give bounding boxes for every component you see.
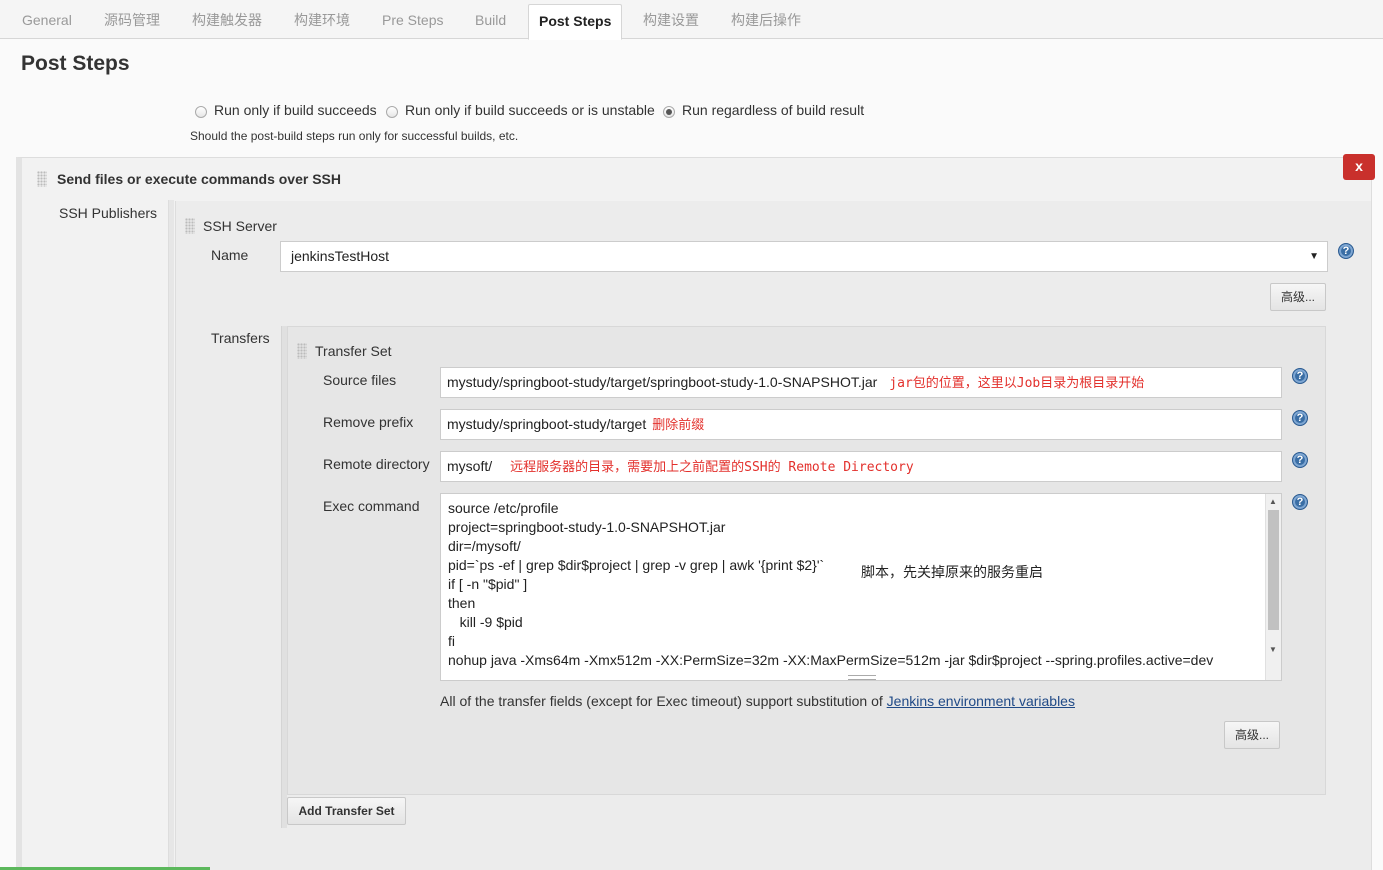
scroll-thumb[interactable] — [1268, 510, 1279, 630]
close-button[interactable]: x — [1343, 154, 1375, 180]
tab-build-settings[interactable]: 构建设置 — [643, 0, 699, 39]
exec-command-label: Exec command — [323, 498, 420, 514]
tab-build[interactable]: Build — [475, 0, 506, 39]
code-line: nohup java -Xms64m -Xmx512m -XX:PermSize… — [448, 652, 1214, 668]
remote-directory-value: mysoft/ — [447, 458, 493, 474]
radio-option-success[interactable]: Run only if build succeeds — [195, 100, 377, 120]
transfers-label: Transfers — [211, 330, 270, 346]
add-transfer-set-button[interactable]: Add Transfer Set — [287, 797, 406, 825]
server-name-value: jenkinsTestHost — [291, 248, 390, 264]
help-icon[interactable]: ? — [1292, 452, 1308, 468]
exec-command-annotation: 脚本，先关掉原来的服务重启 — [861, 565, 1043, 581]
server-name-select[interactable]: jenkinsTestHost ▼ — [280, 241, 1328, 272]
remove-prefix-annotation: 删除前缀 — [652, 418, 705, 433]
radio-label: Run regardless of build result — [682, 102, 865, 118]
tab-source-control[interactable]: 源码管理 — [104, 0, 160, 39]
tab-build-triggers[interactable]: 构建触发器 — [192, 0, 262, 39]
drag-handle-icon[interactable] — [185, 218, 195, 234]
code-line: fi — [448, 633, 455, 649]
env-variables-note: All of the transfer fields (except for E… — [440, 693, 1075, 709]
publisher-title: Send files or execute commands over SSH — [57, 171, 341, 187]
transfer-set-title: Transfer Set — [315, 343, 392, 359]
tab-post-build-actions[interactable]: 构建后操作 — [731, 0, 801, 39]
tab-build-environment[interactable]: 构建环境 — [294, 0, 350, 39]
code-line: project=springboot-study-1.0-SNAPSHOT.ja… — [448, 519, 726, 535]
dropdown-arrow-icon: ▼ — [1309, 251, 1319, 262]
scroll-down-icon[interactable]: ▼ — [1269, 645, 1277, 654]
remove-prefix-label: Remove prefix — [323, 414, 414, 430]
column-divider — [168, 200, 174, 870]
code-line: source /etc/profile — [448, 500, 559, 516]
drag-handle-icon[interactable] — [297, 343, 307, 359]
resize-grip-icon[interactable] — [848, 675, 876, 680]
scroll-up-icon[interactable]: ▲ — [1269, 497, 1277, 506]
source-files-annotation: jar包的位置，这里以Job目录为根目录开始 — [889, 376, 1145, 391]
code-line: pid=`ps -ef | grep $dir$project | grep -… — [448, 557, 825, 573]
code-line: dir=/mysoft/ — [448, 538, 521, 554]
remote-directory-annotation: 远程服务器的目录，需要加上之前配置的SSH的 Remote Directory — [510, 460, 914, 475]
remove-prefix-input[interactable]: mystudy/springboot-study/target 删除前缀 — [440, 409, 1282, 440]
radio-button[interactable] — [195, 105, 207, 118]
name-label: Name — [211, 247, 249, 263]
code-line: then — [448, 595, 476, 611]
section-title: Post Steps — [21, 52, 130, 75]
textarea-scrollbar[interactable]: ▲ ▼ — [1265, 494, 1281, 680]
radio-button-checked[interactable] — [663, 105, 675, 118]
help-icon[interactable]: ? — [1338, 243, 1354, 259]
remote-directory-label: Remote directory — [323, 456, 430, 472]
post-steps-help-text: Should the post-build steps run only for… — [190, 129, 519, 143]
tab-pre-steps[interactable]: Pre Steps — [382, 0, 443, 39]
source-files-input[interactable]: mystudy/springboot-study/target/springbo… — [440, 367, 1282, 398]
code-line: if [ -n "$pid" ] — [448, 576, 528, 592]
help-icon[interactable]: ? — [1292, 410, 1308, 426]
help-icon[interactable]: ? — [1292, 494, 1308, 510]
radio-label: Run only if build succeeds or is unstabl… — [405, 102, 655, 118]
ssh-publishers-label: SSH Publishers — [59, 205, 158, 221]
radio-option-unstable[interactable]: Run only if build succeeds or is unstabl… — [386, 100, 655, 120]
radio-option-regardless[interactable]: Run regardless of build result — [663, 100, 864, 120]
env-note-text: All of the transfer fields (except for E… — [440, 693, 887, 709]
transfer-advanced-button[interactable]: 高级... — [1224, 721, 1280, 749]
ssh-server-label: SSH Server — [203, 218, 277, 234]
drag-handle-icon[interactable] — [37, 171, 47, 187]
code-line: kill -9 $pid — [448, 614, 523, 630]
tab-general[interactable]: General — [22, 0, 72, 39]
remote-directory-input[interactable]: mysoft/远程服务器的目录，需要加上之前配置的SSH的 Remote Dir… — [440, 451, 1282, 482]
radio-label: Run only if build succeeds — [214, 102, 377, 118]
help-icon[interactable]: ? — [1292, 368, 1308, 384]
tab-post-steps[interactable]: Post Steps — [528, 4, 623, 40]
remove-prefix-value: mystudy/springboot-study/target — [447, 416, 647, 432]
source-files-label: Source files — [323, 372, 397, 388]
server-advanced-button[interactable]: 高级... — [1270, 283, 1326, 311]
exec-command-textarea[interactable]: source /etc/profile project=springboot-s… — [440, 493, 1282, 681]
radio-button[interactable] — [386, 105, 398, 118]
source-files-value: mystudy/springboot-study/target/springbo… — [447, 374, 878, 390]
tab-bar: General 源码管理 构建触发器 构建环境 Pre Steps Build … — [0, 0, 1383, 40]
env-variables-link[interactable]: Jenkins environment variables — [887, 693, 1075, 709]
